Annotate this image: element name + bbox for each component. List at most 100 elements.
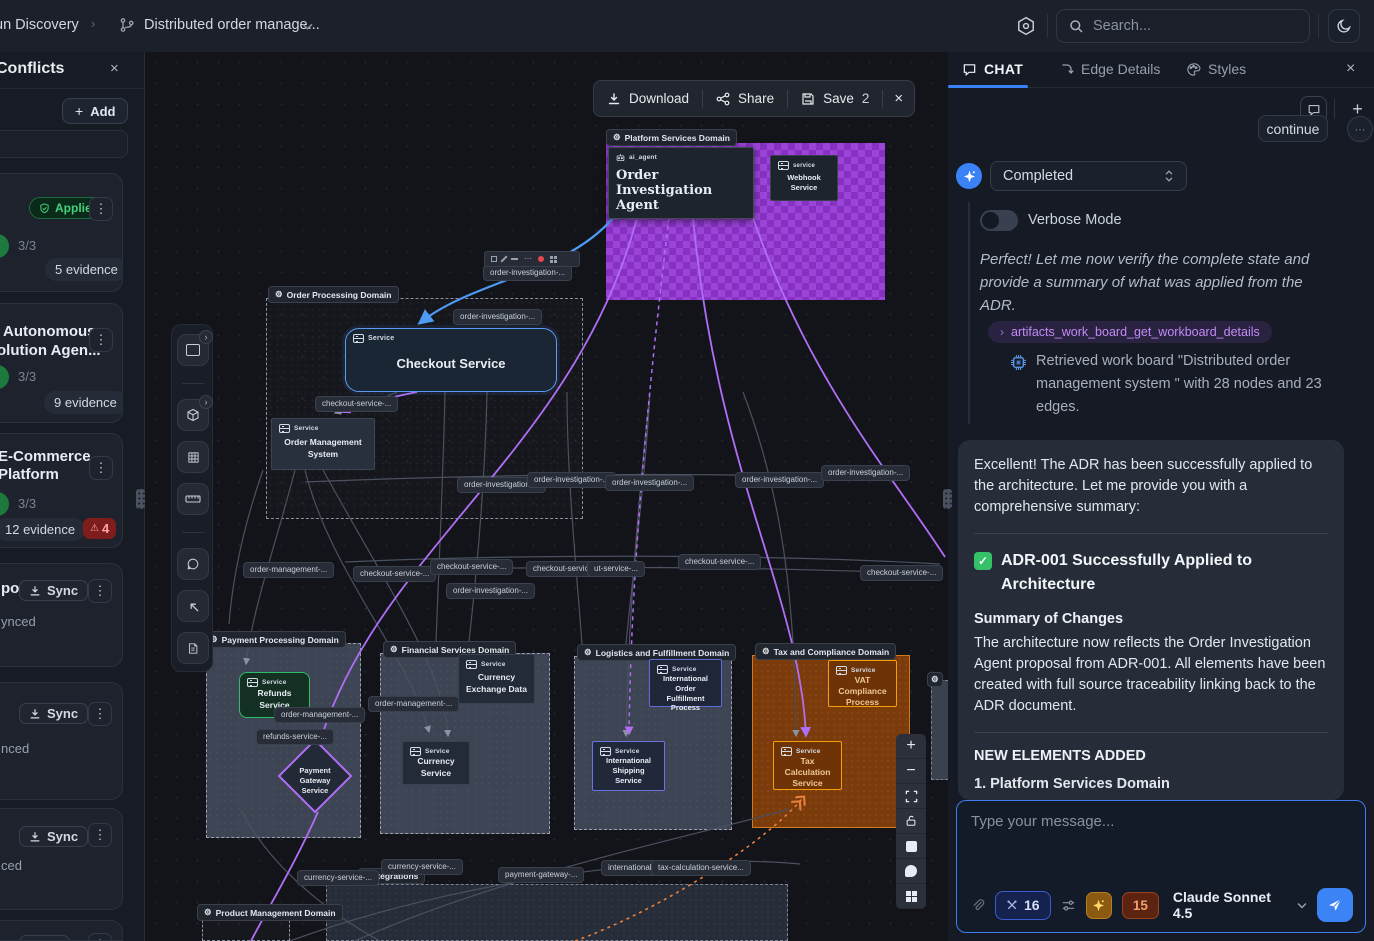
edge-label[interactable]: currency-service-...	[297, 870, 379, 886]
grid-tool[interactable]	[177, 441, 209, 473]
close-icon[interactable]: ×	[110, 60, 119, 77]
grid-icon[interactable]	[550, 256, 557, 263]
edge-label[interactable]: checkout-service-...	[860, 565, 943, 581]
kebab-menu[interactable]: ⋮	[89, 328, 113, 352]
message-input[interactable]	[971, 813, 1346, 881]
add-button[interactable]: +Add	[62, 98, 128, 124]
right-panel-resize-handle[interactable]	[943, 489, 952, 509]
domain-label-payment[interactable]: ⚙Payment Processing Domain	[203, 631, 346, 648]
breadcrumb-root[interactable]: un Discovery	[0, 17, 79, 33]
edge-label[interactable]: currency-service-...	[381, 859, 463, 875]
node-tax-calculation[interactable]: Service Tax Calculation Service	[773, 741, 842, 790]
node-order-investigation-agent[interactable]: ai_agent Order Investigation Agent	[608, 147, 754, 219]
close-icon[interactable]: ×	[1346, 60, 1355, 78]
edge-label[interactable]: order-investigation-...	[453, 309, 542, 325]
tab-edge-details[interactable]: Edge Details	[1060, 61, 1160, 77]
enhance-button[interactable]	[1086, 892, 1112, 919]
domain-label-product[interactable]: ⚙Product Management Domain	[197, 904, 343, 921]
edge-label[interactable]: ut-service-...	[587, 561, 645, 577]
edge-label[interactable]: order-management-...	[368, 696, 459, 712]
node-international-shipping[interactable]: Service International Shipping Service	[592, 741, 665, 791]
model-selector[interactable]: Claude Sonnet 4.5	[1173, 889, 1307, 921]
edge-label[interactable]: checkout-service-...	[315, 396, 398, 412]
node-vat-compliance[interactable]: Service VAT Compliance Process	[828, 660, 897, 707]
verbose-toggle[interactable]	[980, 210, 1018, 231]
kebab-menu[interactable]: ⋮	[88, 823, 112, 847]
node-checkout-service[interactable]: Service Checkout Service	[345, 328, 557, 392]
left-panel-resize-handle[interactable]	[136, 489, 145, 509]
edge-label[interactable]: order-management-...	[274, 707, 365, 723]
sliders-icon[interactable]	[1061, 898, 1076, 913]
target-settings-icon[interactable]	[1016, 16, 1036, 36]
edge-label[interactable]: order-investigation-...	[735, 472, 824, 488]
conflict-card[interactable]: Applied ⋮ ✓ 3/3 5 evidence	[0, 173, 123, 292]
node-webhook-service[interactable]: service Webhook Service	[770, 155, 838, 201]
filter-input[interactable]	[0, 130, 128, 158]
diagram-canvas[interactable]: ⚙Platform Services Domain ⚙Order Process…	[145, 52, 948, 941]
red-dot-icon[interactable]	[538, 256, 544, 262]
expand-chevron-icon[interactable]: ›	[199, 395, 213, 409]
overflow-circle-button[interactable]: ⋯	[1347, 116, 1373, 142]
edge-label[interactable]: order-management-...	[243, 562, 334, 578]
sync-card[interactable]: po Sync ⋮ ynced	[0, 563, 123, 667]
evidence-chip[interactable]: 12 evidence	[0, 518, 85, 541]
close-canvas-button[interactable]: ×	[883, 81, 914, 116]
fit-view-button[interactable]	[896, 784, 926, 809]
kebab-menu[interactable]: ⋮	[89, 197, 113, 221]
sync-card[interactable]: Sync ⋮ ced	[0, 808, 123, 910]
node-currency-exchange-data[interactable]: Service Currency Exchange Data	[458, 654, 535, 704]
chevron-down-icon[interactable]	[302, 23, 313, 30]
conflict-card[interactable]: Autonomous olution Agen... ⋮ ✓ 3/3 9 evi…	[0, 303, 123, 423]
node-international-order-fulfillment[interactable]: Service International Order Fulfillment …	[649, 659, 722, 707]
send-button[interactable]	[1317, 888, 1353, 922]
circle-node-button[interactable]	[896, 859, 926, 884]
zoom-out-button[interactable]: −	[896, 759, 926, 784]
layout-grid-button[interactable]	[896, 884, 926, 909]
domain-label-platform[interactable]: ⚙Platform Services Domain	[606, 129, 737, 146]
kebab-menu[interactable]: ⋮	[89, 456, 113, 480]
search-box[interactable]	[1056, 9, 1310, 43]
tool-call-pill[interactable]: ›artifacts_work_board_get_workboard_deta…	[988, 321, 1272, 343]
cube-tool[interactable]: ›	[177, 399, 209, 431]
sync-card-partial[interactable]: Sync ⋮	[0, 920, 123, 941]
line-icon[interactable]	[511, 258, 518, 260]
tab-styles[interactable]: Styles	[1186, 61, 1246, 77]
sync-button[interactable]: Sync	[19, 580, 88, 601]
paperclip-icon[interactable]	[971, 898, 985, 913]
edge-label[interactable]: order-investigation-...	[527, 472, 616, 488]
lock-button[interactable]	[896, 809, 926, 834]
edge-label[interactable]: order-investigation-...	[483, 265, 572, 281]
edge-label[interactable]: tax-calculation-service...	[651, 860, 751, 876]
save-button[interactable]: Save2	[788, 81, 882, 116]
dark-mode-button[interactable]	[1328, 9, 1360, 43]
rectangle-tool[interactable]: ›	[177, 334, 209, 366]
alert-count-pill[interactable]: 15	[1122, 892, 1159, 919]
domain-label-tax[interactable]: ⚙Tax and Compliance Domain	[755, 643, 896, 660]
edge-label[interactable]: payment-gateway-...	[498, 867, 584, 883]
continue-button[interactable]: continue	[1258, 115, 1328, 142]
warning-badge[interactable]: ⚠4	[83, 518, 116, 539]
evidence-chip[interactable]: 5 evidence	[45, 258, 123, 281]
status-select[interactable]: Completed	[990, 161, 1187, 191]
node-currency-service[interactable]: Service Currency Service	[402, 741, 470, 785]
expand-chevron-icon[interactable]: ›	[199, 330, 213, 344]
edge-label[interactable]: order-investigation-...	[446, 583, 535, 599]
node-payment-gateway-service[interactable]: Payment Gateway Service	[277, 738, 353, 814]
download-button[interactable]: Download	[594, 81, 702, 116]
conflict-card[interactable]: E-Commerce Platform ⋮ ✓ 3/3 12 evidence …	[0, 433, 123, 548]
sync-card[interactable]: Sync ⋮ nced	[0, 682, 123, 800]
sync-button[interactable]: Sync	[19, 826, 88, 847]
sync-button[interactable]: Sync	[19, 935, 70, 941]
evidence-chip[interactable]: 9 evidence	[44, 391, 123, 414]
kebab-menu[interactable]: ⋮	[88, 933, 112, 941]
zoom-in-button[interactable]: +	[896, 734, 926, 759]
kebab-menu[interactable]: ⋮	[88, 579, 112, 603]
shape-icon[interactable]	[491, 256, 497, 262]
node-order-management-system[interactable]: Service Order Management System	[271, 418, 375, 470]
domain-label-order-processing[interactable]: ⚙Order Processing Domain	[268, 286, 399, 303]
board-name[interactable]: Distributed order manage...	[144, 17, 320, 33]
comment-tool[interactable]	[177, 548, 209, 580]
ruler-tool[interactable]	[177, 483, 209, 515]
edge-label[interactable]: refunds-service-...	[256, 729, 334, 745]
edge-label[interactable]: checkout-service-...	[430, 559, 513, 575]
